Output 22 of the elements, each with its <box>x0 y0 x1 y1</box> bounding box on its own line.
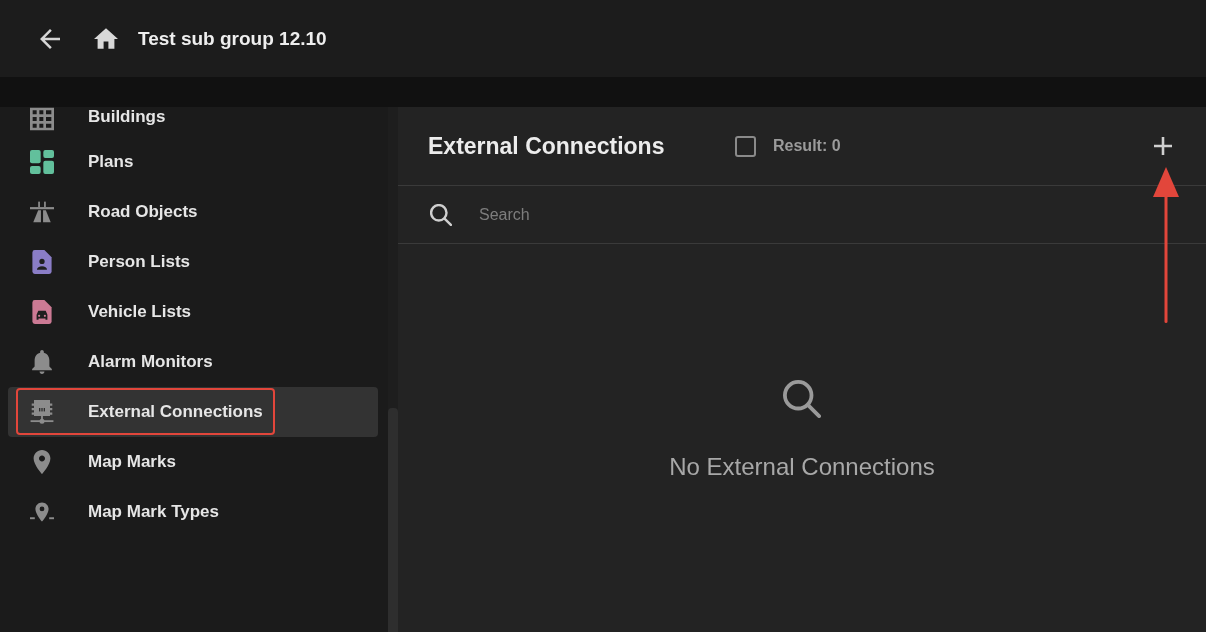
sidebar-item[interactable]: Vehicle Lists <box>8 287 378 337</box>
sidebar-item[interactable]: Person Lists <box>8 237 378 287</box>
sidebar-item[interactable]: Buildings <box>8 107 378 137</box>
sidebar-item[interactable]: Road Objects <box>8 187 378 237</box>
sidebar-item[interactable]: Map Marks <box>8 437 378 487</box>
sidebar-item[interactable]: Plans <box>8 137 378 187</box>
select-all-checkbox[interactable] <box>735 135 756 157</box>
sidebar-item[interactable]: Map Mark Types <box>8 487 378 537</box>
home-icon[interactable] <box>94 28 118 49</box>
sidebar-item[interactable]: Alarm Monitors <box>8 337 378 387</box>
panel-title: External Connections <box>428 132 665 159</box>
empty-state-message: No External Connections <box>669 452 935 482</box>
result-count: Result: 0 <box>773 136 841 156</box>
search-icon <box>783 380 821 418</box>
search-icon <box>430 203 452 226</box>
back-arrow-icon <box>40 28 60 49</box>
page-title: Test sub group 12.10 <box>138 26 327 51</box>
add-icon <box>1154 137 1172 155</box>
back-button[interactable] <box>38 26 62 51</box>
add-button[interactable] <box>1151 134 1175 158</box>
sidebar-item[interactable]: External Connections <box>8 387 378 437</box>
search-field[interactable]: Search <box>479 196 1176 233</box>
